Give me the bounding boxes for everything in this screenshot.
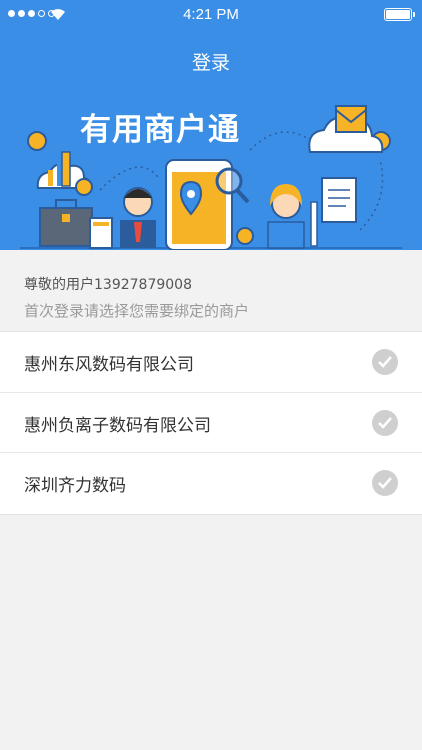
merchant-item[interactable]: 惠州东风数码有限公司 <box>0 332 422 393</box>
user-greeting: 尊敬的用户13927879008 <box>24 277 192 293</box>
select-merchant-hint: 首次登录请选择您需要绑定的商户 <box>24 302 250 320</box>
user-info: 尊敬的用户13927879008 首次登录请选择您需要绑定的商户 <box>0 250 422 331</box>
battery-icon <box>384 8 415 21</box>
banner-headline: 有用商户通 <box>80 112 240 148</box>
merchant-list: 惠州东风数码有限公司 惠州负离子数码有限公司 深圳齐力数码 <box>0 331 422 515</box>
merchant-name: 惠州东风数码有限公司 <box>24 355 194 375</box>
status-time: 4:21 PM <box>183 6 239 23</box>
merchant-name: 深圳齐力数码 <box>24 476 126 496</box>
header-banner: 登录 有用商户通 <box>0 30 422 250</box>
status-bar: 4:21 PM <box>0 0 422 30</box>
checkmark-circle-icon[interactable] <box>372 409 398 436</box>
checkmark-circle-icon[interactable] <box>372 349 398 375</box>
checkmark-circle-icon[interactable] <box>372 470 398 496</box>
page-title: 登录 <box>191 52 230 74</box>
merchant-name: 惠州负离子数码有限公司 <box>24 415 211 436</box>
merchant-item[interactable]: 深圳齐力数码 <box>0 453 422 514</box>
merchant-item[interactable]: 惠州负离子数码有限公司 <box>0 393 422 453</box>
